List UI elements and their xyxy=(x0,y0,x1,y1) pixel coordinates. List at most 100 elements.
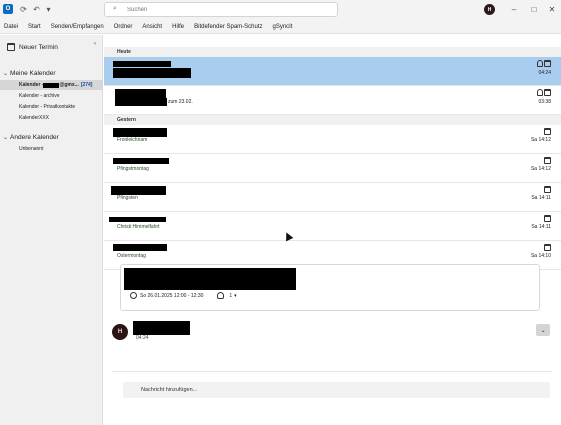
redacted-text xyxy=(109,217,166,222)
minimize-icon[interactable]: – xyxy=(507,3,521,15)
redacted-text xyxy=(113,244,167,251)
chevron-down-icon: ⌄ xyxy=(3,135,9,141)
item-time: Sa 14:10 xyxy=(530,253,551,259)
close-icon[interactable]: ✕ xyxy=(545,3,559,15)
list-item[interactable]: Fronleichnam Sa 14:12 xyxy=(104,125,561,154)
other-calendars-label: Andere Kalender xyxy=(10,134,59,141)
redacted-text xyxy=(115,98,167,106)
new-appointment-label: Neuer Termin xyxy=(19,43,58,51)
redacted-text xyxy=(43,82,60,88)
calendar-item-label: Kalender - xyxy=(19,82,44,88)
menu-hilfe[interactable]: Hilfe xyxy=(172,24,184,30)
dropdown-icon[interactable]: ▾ xyxy=(43,4,54,15)
menu-gsyncit[interactable]: gSyncIt xyxy=(273,24,293,30)
sync-icon[interactable]: ⟳ xyxy=(18,4,29,15)
item-icons xyxy=(544,128,551,135)
item-icons xyxy=(544,186,551,193)
undo-icon[interactable]: ↶ xyxy=(31,4,42,15)
calendar-item-label: Kalender - Privatkontakte xyxy=(19,104,76,110)
search-box[interactable]: ⌕ xyxy=(104,2,338,17)
item-icons xyxy=(544,244,551,251)
redacted-text xyxy=(113,158,169,164)
calendar-icon xyxy=(544,186,551,193)
divider xyxy=(112,371,552,372)
menu-ordner[interactable]: Ordner xyxy=(114,24,133,30)
title-bar: O ⟳ ↶ ▾ ⌕ H – □ ✕ xyxy=(0,0,561,20)
item-icons xyxy=(544,215,551,222)
calendar-item-unbenannt[interactable]: Unbenannt xyxy=(0,144,103,154)
menu-senden-empfangen[interactable]: Senden/Empfangen xyxy=(51,24,104,30)
redacted-text xyxy=(124,268,296,290)
meeting-card[interactable]: So 26.01.2025 12:00 - 12:30 1 ▾ xyxy=(120,264,540,311)
other-calendars-heading[interactable]: ⌄ Andere Kalender xyxy=(3,134,59,141)
my-calendars-label: Meine Kalender xyxy=(10,70,56,77)
bell-icon xyxy=(537,89,543,96)
calendar-item-privatkontakte[interactable]: Kalender - Privatkontakte xyxy=(0,102,103,112)
calendar-item-label: KalenderXXX xyxy=(19,115,50,121)
item-subject: Pfingsten xyxy=(117,195,138,201)
item-icons xyxy=(544,157,551,164)
item-detail: zum 23.02. xyxy=(168,99,193,105)
item-time: Sa 14:11 xyxy=(531,224,551,230)
redacted-text xyxy=(113,68,191,78)
calendar-icon xyxy=(544,244,551,251)
item-subject: Ostermontag xyxy=(117,253,146,259)
calendar-item-archive[interactable]: Kalender - archive xyxy=(0,91,103,101)
person-icon xyxy=(217,292,225,299)
item-time: 03:38 xyxy=(538,99,551,105)
collapse-sidebar-icon[interactable]: ‹ xyxy=(94,41,96,47)
redacted-text xyxy=(111,186,166,195)
redacted-text xyxy=(133,321,190,335)
section-heading-yesterday: Gestern xyxy=(104,115,561,125)
calendar-item-label: Kalender - archive xyxy=(19,93,60,99)
reply-input[interactable]: Nachricht hinzufügen... xyxy=(123,382,550,398)
menu-bar: Datei Start Senden/Empfangen Ordner Ansi… xyxy=(0,20,561,34)
menu-bitdefender[interactable]: Bitdefender Spam-Schutz xyxy=(194,24,262,30)
calendar-item-label: Unbenannt xyxy=(19,146,44,152)
meeting-meta: So 26.01.2025 12:00 - 12:30 1 ▾ xyxy=(130,292,237,299)
item-time: Sa 14:11 xyxy=(531,195,551,201)
item-subject: Christi Himmelfahrt xyxy=(117,224,160,230)
calendar-add-icon xyxy=(7,43,15,51)
new-appointment-button[interactable]: Neuer Termin xyxy=(7,43,58,51)
item-subject: Fronleichnam xyxy=(117,137,148,143)
expand-chevron-icon[interactable]: ⌄ xyxy=(536,324,550,336)
item-icons xyxy=(537,89,551,96)
list-item[interactable]: 04:24 xyxy=(104,57,561,86)
item-time: Sa 14:12 xyxy=(530,166,551,172)
redacted-text xyxy=(113,61,171,67)
calendar-item-suffix: @gmx... xyxy=(59,82,79,88)
my-calendars-heading[interactable]: ⌄ Meine Kalender xyxy=(3,70,56,77)
calendar-item-count: [274] xyxy=(80,82,93,88)
redacted-text xyxy=(113,128,167,137)
attendee-count[interactable]: 1 xyxy=(229,293,232,299)
bell-icon xyxy=(537,60,543,67)
menu-ansicht[interactable]: Ansicht xyxy=(142,24,162,30)
item-time: 04:24 xyxy=(538,70,551,76)
search-icon: ⌕ xyxy=(113,5,117,12)
item-time: Sa 14:12 xyxy=(530,137,551,143)
list-item[interactable]: Pfingstmontag Sa 14:12 xyxy=(104,154,561,183)
chevron-down-icon: ▾ xyxy=(234,292,237,299)
meeting-time: So 26.01.2025 12:00 - 12:30 xyxy=(140,292,204,299)
sender-avatar: H xyxy=(112,324,128,340)
calendar-item-gmx[interactable]: Kalender - @gmx... [274] xyxy=(0,80,103,90)
list-item[interactable]: Christi Himmelfahrt Sa 14:11 xyxy=(104,212,561,241)
list-item[interactable]: Pfingsten Sa 14:11 xyxy=(104,183,561,212)
search-input[interactable] xyxy=(127,5,327,14)
menu-start[interactable]: Start xyxy=(28,24,41,30)
account-avatar[interactable]: H xyxy=(484,4,495,15)
maximize-icon[interactable]: □ xyxy=(527,3,541,15)
calendar-sidebar: Neuer Termin ‹ ⌄ Meine Kalender Kalender… xyxy=(0,35,103,425)
section-heading-today: Heute xyxy=(104,47,561,57)
item-icons xyxy=(537,60,551,67)
calendar-item-xxx[interactable]: KalenderXXX xyxy=(0,113,103,123)
list-item[interactable]: zum 23.02. 03:38 xyxy=(104,86,561,115)
clock-icon xyxy=(130,292,137,299)
calendar-icon xyxy=(544,89,551,96)
sender-time: 04:24 xyxy=(136,335,149,341)
calendar-icon xyxy=(544,157,551,164)
calendar-icon xyxy=(544,60,551,67)
menu-datei[interactable]: Datei xyxy=(4,24,18,30)
redacted-text xyxy=(115,89,166,98)
